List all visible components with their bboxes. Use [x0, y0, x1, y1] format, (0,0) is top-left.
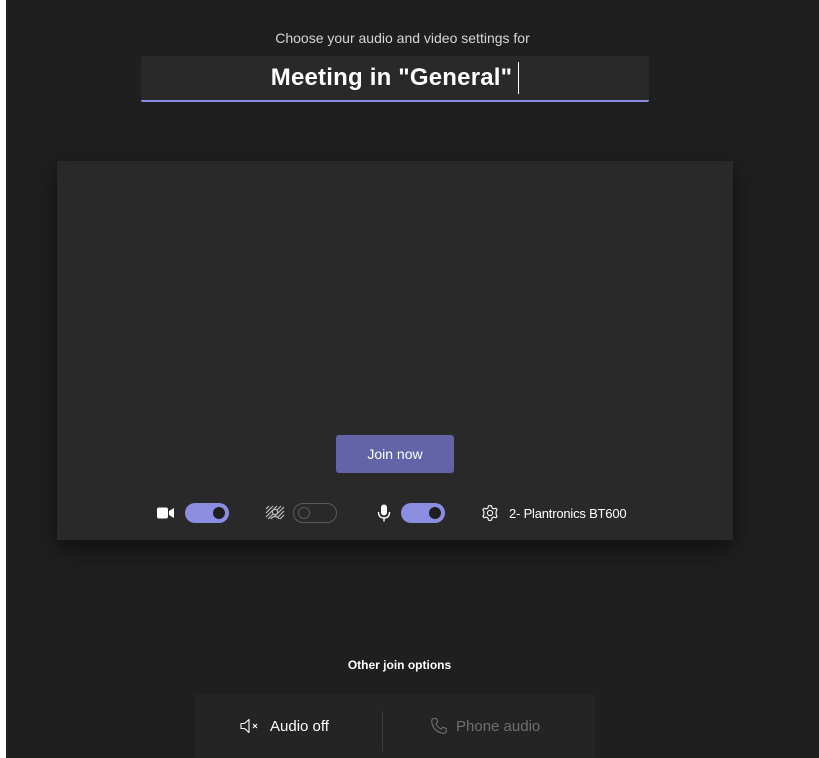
other-join-options-bar: Audio off Phone audio: [195, 694, 595, 758]
text-caret: [518, 62, 520, 94]
meeting-title: Meeting in "General": [270, 64, 513, 91]
audio-device-label: 2- Plantronics BT600: [509, 505, 627, 521]
phone-audio-label: Phone audio: [456, 717, 541, 735]
phone-audio-button[interactable]: Phone audio: [430, 694, 540, 758]
speaker-muted-icon: [240, 718, 262, 734]
other-join-options-heading: Other join options: [347, 658, 452, 672]
background-blur-control: [265, 499, 337, 527]
audio-off-label: Audio off: [270, 717, 329, 735]
camera-toggle-knob: [213, 507, 225, 519]
meeting-title-field[interactable]: Meeting in "General": [141, 56, 649, 102]
video-preview-panel: Join now 2- Plantronics BT600: [57, 161, 733, 540]
video-camera-icon: [157, 506, 175, 520]
phone-icon: [430, 717, 448, 735]
camera-toggle[interactable]: [185, 503, 229, 523]
microphone-icon: [377, 504, 391, 522]
microphone-toggle[interactable]: [401, 503, 445, 523]
background-blur-toggle[interactable]: [293, 503, 337, 523]
options-divider: [382, 711, 383, 751]
audio-off-button[interactable]: Audio off: [240, 694, 329, 758]
gear-icon: [481, 504, 499, 522]
background-blur-toggle-knob: [298, 507, 310, 519]
settings-subtitle: Choose your audio and video settings for: [275, 30, 530, 46]
microphone-control: [377, 499, 445, 527]
pre-join-screen: Choose your audio and video settings for…: [6, 0, 819, 758]
device-settings-button[interactable]: 2- Plantronics BT600: [481, 499, 627, 527]
camera-control: [157, 499, 229, 527]
join-now-button[interactable]: Join now: [336, 435, 454, 473]
microphone-toggle-knob: [429, 507, 441, 519]
device-controls-bar: 2- Plantronics BT600: [57, 499, 733, 527]
background-blur-icon: [265, 505, 285, 521]
